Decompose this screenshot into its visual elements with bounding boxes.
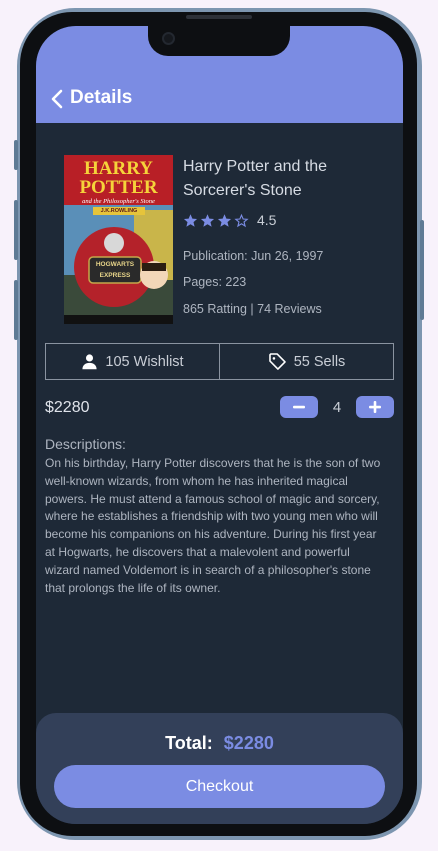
star-filled-icon	[217, 213, 232, 227]
star-filled-icon	[200, 213, 215, 227]
star-rating: 4.5	[183, 212, 276, 228]
volume-down-button	[14, 280, 18, 340]
mute-switch	[14, 140, 18, 170]
cover-title-line2: POTTER	[79, 177, 158, 198]
book-stats: 105 Wishlist 55 Sells	[45, 343, 394, 380]
app-screen: Details HARRY POTTER and the Philosopher…	[36, 26, 403, 824]
power-button	[420, 220, 424, 320]
quantity-stepper: 4	[280, 396, 394, 418]
volume-up-button	[14, 200, 18, 260]
speaker-grille	[186, 15, 252, 19]
minus-icon	[293, 405, 305, 409]
sells-count: 55 Sells	[293, 353, 346, 370]
quantity-value: 4	[332, 398, 342, 416]
star-outline-icon	[234, 213, 249, 227]
rating-value: 4.5	[257, 212, 277, 228]
wishlist-count: 105 Wishlist	[105, 353, 184, 370]
book-title: Harry Potter and the Sorcerer's Stone	[183, 158, 328, 199]
sells-stat[interactable]: 55 Sells	[219, 344, 393, 379]
cover-subtitle: and the Philosopher's Stone	[82, 198, 155, 205]
user-icon	[82, 354, 97, 370]
cover-author: J.K.ROWLING	[93, 207, 145, 215]
total-label: Total:	[165, 733, 213, 753]
cover-train-label: HOGWARTS EXPRESS	[95, 261, 135, 279]
tag-icon	[268, 353, 286, 370]
description-label: Descriptions:	[45, 436, 126, 452]
chevron-left-icon[interactable]	[50, 89, 64, 109]
camera-icon	[162, 32, 175, 45]
wishlist-stat[interactable]: 105 Wishlist	[46, 344, 219, 379]
total-row: Total: $2280	[36, 733, 403, 754]
ratings-reviews: 865 Ratting | 74 Reviews	[183, 302, 322, 316]
book-cover-image[interactable]: HARRY POTTER and the Philosopher's Stone…	[64, 155, 173, 324]
book-price: $2280	[45, 399, 90, 416]
page-count: Pages: 223	[183, 275, 247, 289]
page-title: Details	[70, 87, 133, 108]
decrease-quantity-button[interactable]	[280, 396, 318, 418]
publication-date: Publication: Jun 26, 1997	[183, 249, 324, 263]
plus-icon	[369, 401, 381, 413]
checkout-footer: Total: $2280 Checkout	[36, 713, 403, 824]
checkout-button[interactable]: Checkout	[54, 765, 385, 808]
star-filled-icon	[183, 213, 198, 227]
cover-title-line1: HARRY	[84, 158, 153, 179]
description-text: On his birthday, Harry Potter discovers …	[45, 456, 381, 595]
increase-quantity-button[interactable]	[356, 396, 394, 418]
total-value: $2280	[223, 733, 274, 753]
